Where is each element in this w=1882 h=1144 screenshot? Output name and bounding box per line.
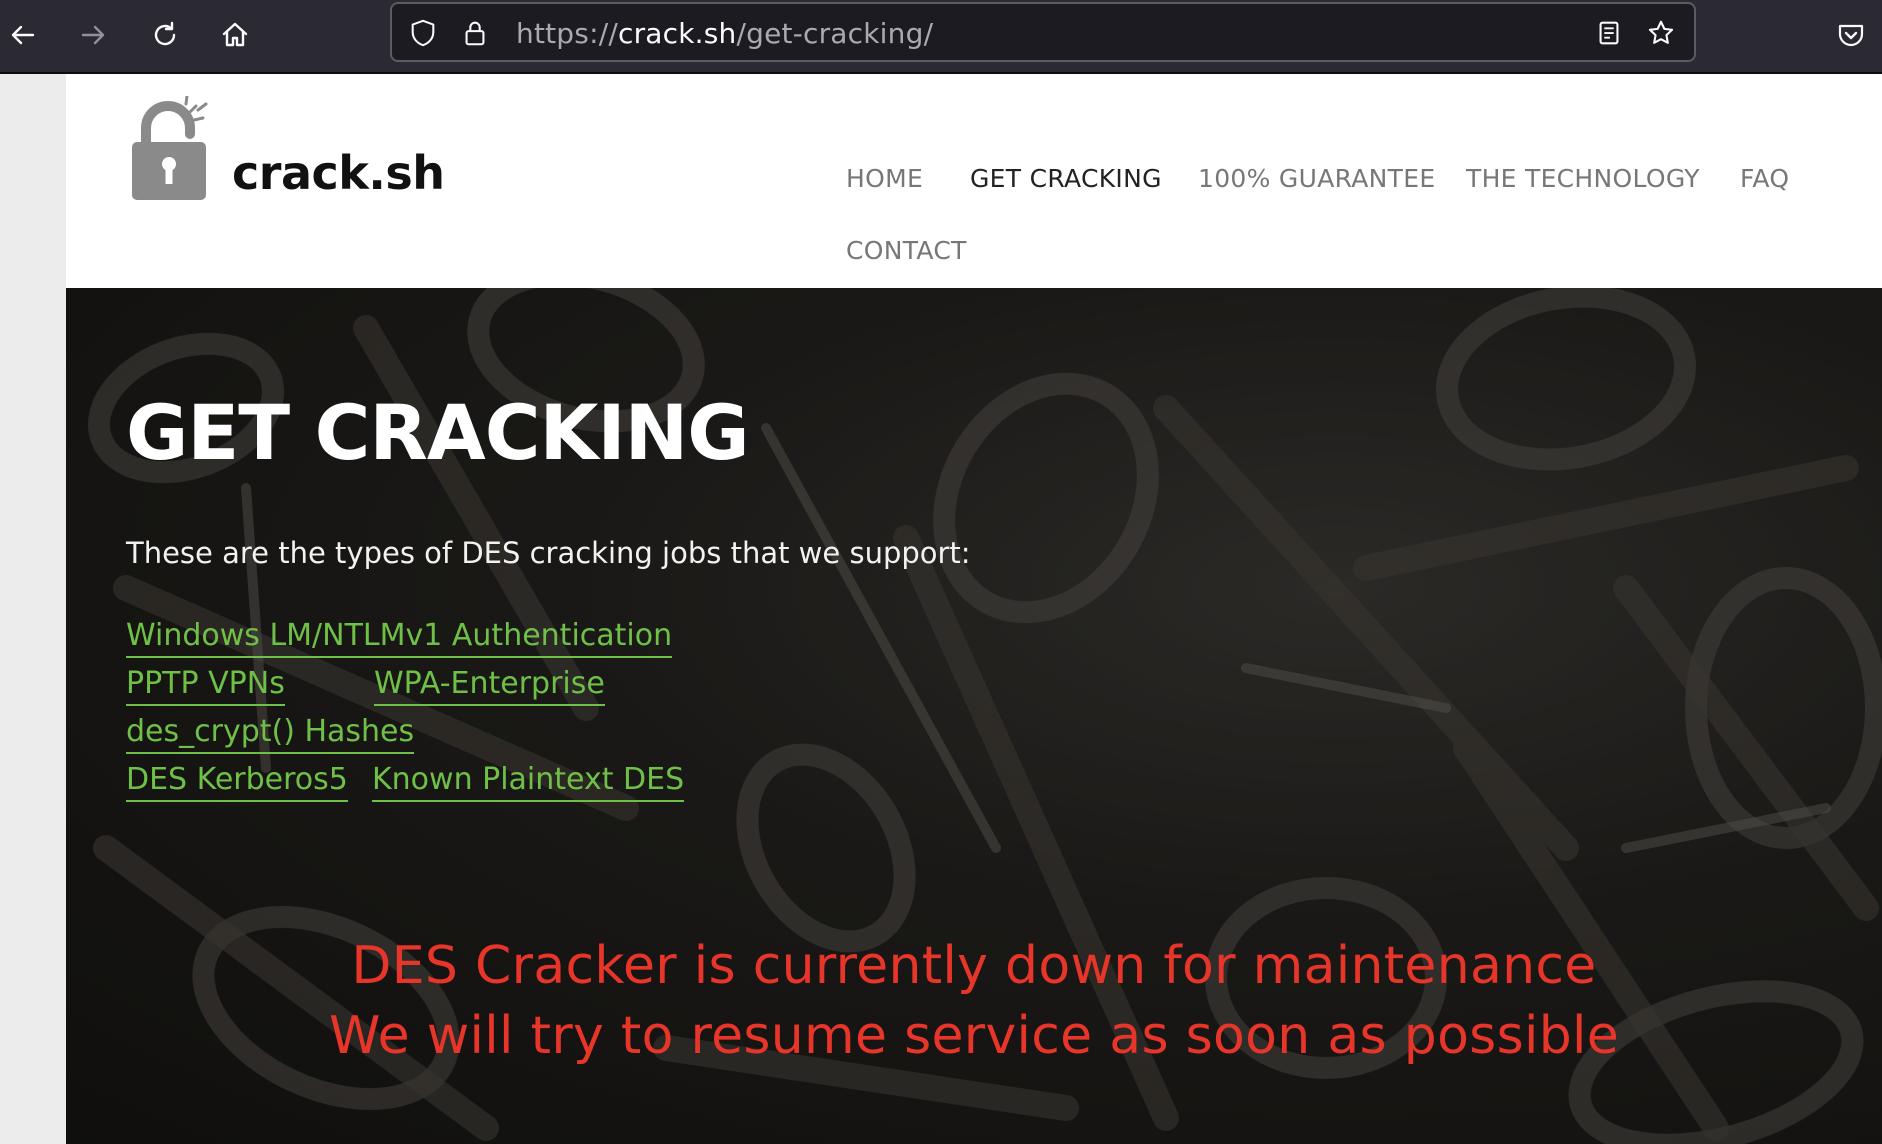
site-header: crack.sh HOME GET CRACKING 100% GUARANTE… <box>66 74 1882 288</box>
browser-viewport: crack.sh HOME GET CRACKING 100% GUARANTE… <box>0 74 1882 1144</box>
maintenance-notice-line2: We will try to resume service as soon as… <box>328 1006 1620 1066</box>
reload-icon[interactable] <box>142 12 188 58</box>
nav-item-get-cracking[interactable]: GET CRACKING <box>970 164 1162 193</box>
forward-arrow-icon[interactable] <box>70 12 116 58</box>
lock-icon[interactable] <box>458 16 492 50</box>
job-link-known-plaintext-des[interactable]: Known Plaintext DES <box>372 762 685 802</box>
home-icon[interactable] <box>212 12 258 58</box>
job-link-des-crypt-hashes[interactable]: des_crypt() Hashes <box>126 714 415 754</box>
web-page: crack.sh HOME GET CRACKING 100% GUARANTE… <box>66 74 1882 1144</box>
pocket-icon[interactable] <box>1828 12 1874 58</box>
url-host: crack.sh <box>617 17 737 50</box>
hero-section: GET CRACKING These are the types of DES … <box>66 288 1882 1144</box>
url-text[interactable]: https://crack.sh/get-cracking/ <box>516 17 933 50</box>
nav-item-faq[interactable]: FAQ <box>1740 164 1789 193</box>
site-logo-text[interactable]: crack.sh <box>232 146 445 200</box>
maintenance-notice-line1: DES Cracker is currently down for mainte… <box>351 936 1597 996</box>
padlock-logo-icon[interactable] <box>124 96 214 206</box>
back-arrow-icon[interactable] <box>0 12 46 58</box>
url-bar[interactable]: https://crack.sh/get-cracking/ <box>390 2 1696 62</box>
url-path: /get-cracking/ <box>736 17 934 50</box>
nav-item-guarantee[interactable]: 100% GUARANTEE <box>1198 164 1435 193</box>
job-link-wpa-enterprise[interactable]: WPA-Enterprise <box>374 666 605 706</box>
browser-toolbar: https://crack.sh/get-cracking/ <box>0 0 1882 74</box>
reader-view-icon[interactable] <box>1592 16 1626 50</box>
job-link-pptp-vpns[interactable]: PPTP VPNs <box>126 666 285 706</box>
page-title: GET CRACKING <box>126 388 750 477</box>
shield-icon[interactable] <box>406 16 440 50</box>
url-scheme: https:// <box>516 17 618 50</box>
bookmark-star-icon[interactable] <box>1644 16 1678 50</box>
jobs-intro-text: These are the types of DES cracking jobs… <box>126 536 971 570</box>
nav-item-contact[interactable]: CONTACT <box>846 236 967 265</box>
nav-item-technology[interactable]: THE TECHNOLOGY <box>1466 164 1700 193</box>
nav-item-home[interactable]: HOME <box>846 164 923 193</box>
job-link-windows-lm-ntlmv1[interactable]: Windows LM/NTLMv1 Authentication <box>126 618 673 658</box>
job-link-des-kerberos5[interactable]: DES Kerberos5 <box>126 762 348 802</box>
